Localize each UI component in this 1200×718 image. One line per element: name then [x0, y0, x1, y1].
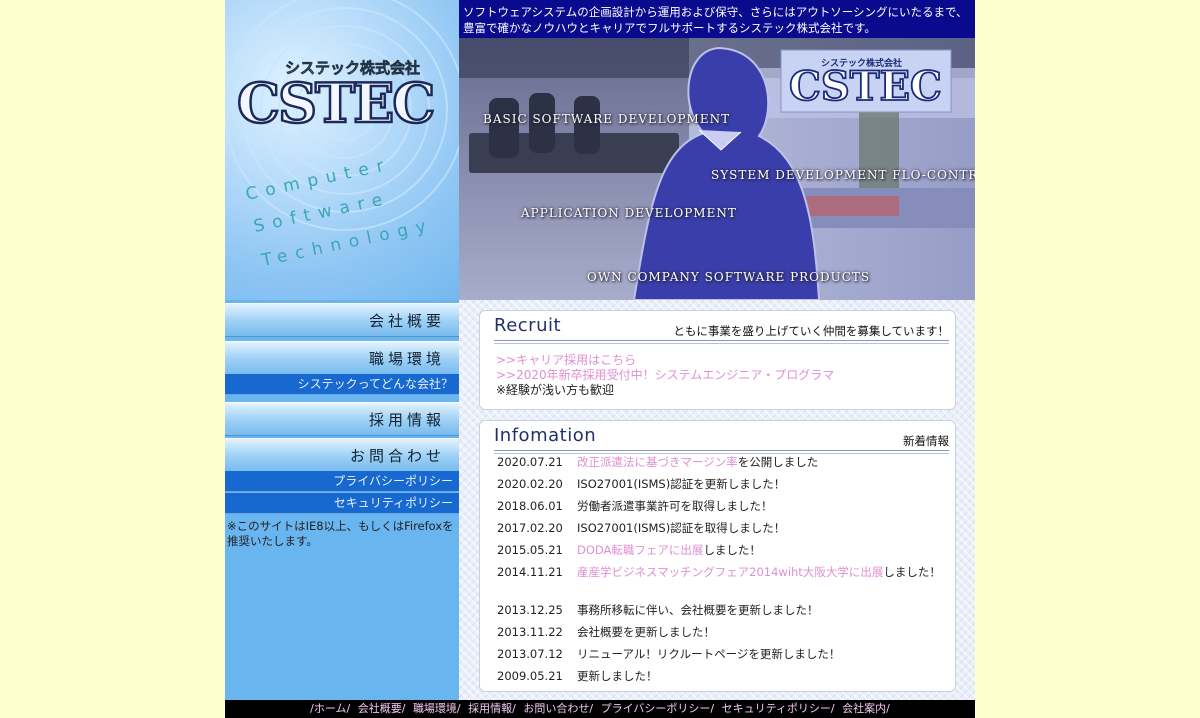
- hero-sign-wordmark: CSTEC: [789, 63, 942, 110]
- info-box: Infomation 新着情報 2020.07.21 改正派遣法に基づきマージン…: [479, 420, 956, 692]
- logo-graphic: システック株式会社 CSTEC Computer Software Techno…: [225, 0, 459, 271]
- info-text: を公開しました: [737, 455, 819, 469]
- info-date: 2020.02.20: [497, 477, 563, 491]
- info-text: しました！: [883, 565, 941, 579]
- info-date: 2009.05.21: [497, 669, 563, 683]
- recruit-divider: [494, 340, 949, 344]
- nav-recruit[interactable]: 採用情報: [225, 402, 459, 436]
- browser-notice: ※このサイトはIE8以上、もしくはFirefoxを推奨いたします。: [227, 519, 454, 548]
- hero-image: CSTEC システック株式会社 BASIC SOFTWARE DEVELOPME…: [459, 38, 975, 300]
- main-content: Recruit ともに事業を盛り上げていく仲間を募集しています！ >>キャリア採…: [459, 300, 975, 700]
- footer-link-company[interactable]: 会社概要/: [358, 702, 406, 715]
- info-date: 2013.07.12: [497, 647, 563, 661]
- info-text: ISO27001(ISMS)認証を更新しました！: [577, 477, 786, 491]
- footer-link-contact[interactable]: お問い合わせ/: [523, 702, 593, 715]
- info-link[interactable]: DODA転職フェアに出展: [577, 543, 703, 557]
- info-date: 2013.11.22: [497, 625, 563, 639]
- nav-sub-privacy-policy[interactable]: プライバシーポリシー: [225, 471, 459, 492]
- footer-link-home[interactable]: /ホーム/: [310, 702, 350, 715]
- hero-label-basic-software: BASIC SOFTWARE DEVELOPMENT: [483, 112, 731, 126]
- recruit-title: Recruit: [494, 315, 562, 336]
- info-text: 更新しました！: [577, 669, 658, 683]
- info-date: 2015.05.21: [497, 543, 563, 557]
- info-date: 2013.12.25: [497, 603, 563, 617]
- intro-banner: ソフトウェアシステムの企画設計から運用および保守、さらにはアウトソーシングにいた…: [459, 0, 975, 38]
- recruit-box: Recruit ともに事業を盛り上げていく仲間を募集しています！ >>キャリア採…: [479, 310, 956, 410]
- hero-label-system-development: SYSTEM DEVELOPMENT FLO-CONTROL: [711, 168, 975, 182]
- hero-label-application: APPLICATION DEVELOPMENT: [521, 206, 737, 220]
- recruit-subtitle: ともに事業を盛り上げていく仲間を募集しています！: [673, 324, 949, 338]
- info-text: しました！: [703, 543, 761, 557]
- hero-label-own-products: OWN COMPANY SOFTWARE PRODUCTS: [587, 270, 871, 284]
- nav-sub-security-policy[interactable]: セキュリティポリシー: [225, 493, 459, 514]
- info-text: 会社概要を更新しました！: [577, 625, 715, 639]
- logo-area[interactable]: システック株式会社 CSTEC Computer Software Techno…: [225, 0, 459, 300]
- info-date: 2020.07.21: [497, 455, 563, 469]
- footer-link-workplace[interactable]: 職場環境/: [413, 702, 461, 715]
- page: システック株式会社 CSTEC Computer Software Techno…: [225, 0, 975, 718]
- recruit-note: ※経験が浅い方も歓迎: [496, 383, 615, 397]
- footer-link-privacy[interactable]: プライバシーポリシー/: [601, 702, 715, 715]
- footer-nav: /ホーム/ 会社概要/ 職場環境/ 採用情報/ お問い合わせ/ プライバシーポリ…: [225, 700, 975, 718]
- info-link[interactable]: 産産学ビジネスマッチングフェア2014wiht大阪大学に出展: [577, 565, 883, 579]
- info-date: 2017.02.20: [497, 521, 563, 535]
- nav-company-profile[interactable]: 会社概要: [225, 303, 459, 337]
- info-text: 事務所移転に伴い、会社概要を更新しました！: [577, 603, 819, 617]
- nav-sub-about-company[interactable]: システックってどんな会社？: [225, 374, 459, 395]
- logo-wordmark: CSTEC: [237, 71, 433, 135]
- hero-sign-sub: システック株式会社: [821, 57, 902, 69]
- info-date: 2018.06.01: [497, 499, 563, 513]
- nav-contact[interactable]: お問合わせ: [225, 438, 459, 472]
- info-text: 労働者派遣事業許可を取得しました！: [577, 499, 773, 513]
- info-text: ISO27001(ISMS)認証を取得しました！: [577, 521, 786, 535]
- info-text: リニューアル！リクルートページを更新しました！: [577, 647, 841, 661]
- footer-link-brochure[interactable]: 会社案内/: [842, 702, 890, 715]
- footer-link-recruit[interactable]: 採用情報/: [468, 702, 516, 715]
- footer-link-security[interactable]: セキュリティポリシー/: [722, 702, 835, 715]
- nav-workplace[interactable]: 職場環境: [225, 341, 459, 375]
- info-link[interactable]: 改正派遣法に基づきマージン率: [577, 455, 738, 469]
- info-subtitle: 新着情報: [903, 434, 949, 448]
- info-title: Infomation: [494, 425, 597, 446]
- info-date: 2014.11.21: [497, 565, 563, 579]
- left-column: システック株式会社 CSTEC Computer Software Techno…: [225, 0, 459, 700]
